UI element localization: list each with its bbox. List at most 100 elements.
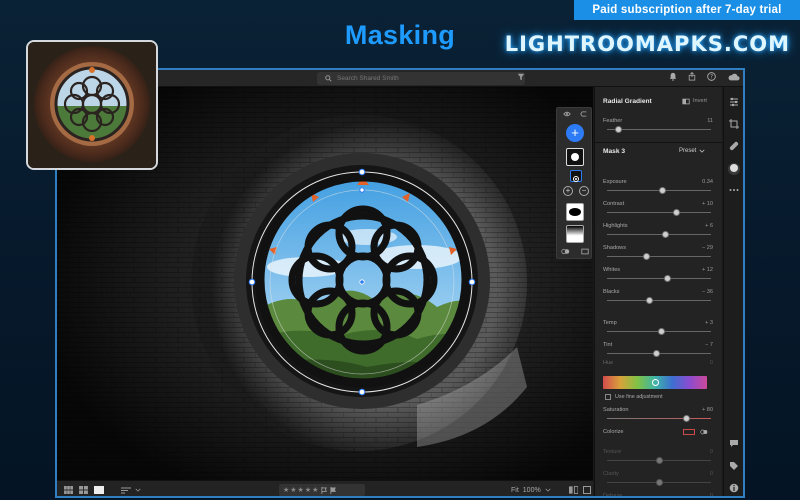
saturation-slider[interactable]: Saturation + 80 (603, 407, 715, 423)
info-icon[interactable] (728, 483, 740, 495)
feather-value: 11 (707, 118, 713, 124)
share-icon[interactable] (686, 71, 698, 84)
saturation-value: + 80 (701, 407, 713, 413)
single-view-icon[interactable] (94, 486, 104, 494)
search-placeholder: Search Shared Smith (337, 75, 399, 82)
tag-icon[interactable] (728, 461, 740, 473)
eye-icon[interactable] (563, 111, 571, 117)
zoom-control[interactable]: Fit 100% (511, 484, 551, 496)
bell-icon[interactable] (667, 72, 679, 84)
slider-thumb[interactable] (682, 415, 690, 422)
slider-label: Highlights (603, 223, 628, 229)
slider-value: − 7 (705, 342, 713, 348)
chevron-down-icon[interactable] (135, 488, 141, 492)
slider-thumb[interactable] (653, 350, 661, 357)
slider-track (607, 234, 711, 235)
radial-gradient-title: Radial Gradient (603, 98, 652, 105)
svg-text:?: ? (709, 75, 712, 81)
color-swatch[interactable] (683, 429, 695, 435)
slider-thumb[interactable] (663, 275, 671, 282)
flag-icon[interactable] (321, 486, 328, 494)
original-photo-thumbnail (26, 40, 158, 170)
reject-flag-icon[interactable] (330, 486, 337, 494)
slider-thumb[interactable] (658, 187, 666, 194)
whites-slider[interactable]: Whites + 12 (603, 267, 715, 283)
slider-thumb (655, 457, 663, 464)
hue-color-bar[interactable] (603, 376, 707, 389)
mask-thumbnail-3[interactable] (566, 225, 584, 243)
slider-thumb[interactable] (643, 253, 651, 260)
mask-component-button[interactable] (570, 170, 582, 182)
slider-value: 0 (709, 471, 713, 477)
site-watermark: LIGHTROOMAPKS.COM (504, 32, 790, 56)
thumbnail-image (28, 42, 156, 168)
invert-label[interactable]: Invert (693, 98, 707, 104)
filter-icon[interactable] (515, 72, 527, 84)
healing-icon[interactable] (728, 141, 740, 153)
slider-thumb[interactable] (614, 126, 622, 133)
slider-thumb[interactable] (661, 231, 669, 238)
exposure-slider[interactable]: Exposure 0.34 (603, 179, 715, 195)
blacks-slider[interactable]: Blacks − 36 (603, 289, 715, 305)
slider-value: + 12 (701, 267, 713, 273)
sliders-icon[interactable] (728, 97, 740, 109)
grid-icon[interactable] (64, 486, 73, 494)
slider-track (607, 129, 711, 130)
mask-visibility-row (563, 111, 587, 119)
cloud-icon[interactable] (727, 72, 741, 84)
overlay-toggle-icon[interactable] (561, 248, 570, 255)
trial-banner: Paid subscription after 7-day trial (574, 0, 800, 20)
colorize-eye-icon[interactable] (700, 429, 708, 435)
slider-track (607, 212, 711, 213)
fullscreen-icon[interactable] (583, 486, 591, 494)
preset-dropdown[interactable]: Preset (679, 148, 705, 154)
slider-value: 0.34 (702, 179, 713, 185)
comment-icon[interactable] (728, 439, 740, 451)
slider-label: Contrast (603, 201, 625, 207)
square-grid-icon[interactable] (79, 486, 88, 494)
subtract-component-button[interactable]: − (579, 186, 589, 196)
shadows-slider[interactable]: Shadows − 29 (603, 245, 715, 261)
chevron-down-icon (699, 149, 705, 153)
star-icon[interactable]: ★★★★★ (283, 486, 319, 494)
contrast-slider[interactable]: Contrast + 10 (603, 201, 715, 217)
mask-thumbnail-2[interactable] (566, 203, 584, 221)
hue-slider[interactable]: Hue 0 (603, 360, 715, 376)
slider-value: + 6 (705, 223, 713, 229)
slider-label: Shadows (603, 245, 627, 251)
slider-label: Texture (603, 449, 622, 455)
compare-icon[interactable] (569, 486, 578, 494)
mask-icon[interactable] (728, 163, 740, 175)
more-icon[interactable] (728, 183, 740, 195)
sort-icon[interactable] (121, 487, 131, 494)
fine-adjustment-checkbox[interactable]: Use fine adjustment (605, 394, 663, 400)
slider-thumb[interactable] (646, 297, 654, 304)
slider-thumb[interactable] (673, 209, 681, 216)
search-field[interactable]: Search Shared Smith (317, 72, 525, 85)
texture-slider: Texture 0 (603, 449, 715, 465)
zoom-value[interactable]: 100% (523, 487, 541, 494)
slider-label: Dehaze (603, 493, 623, 498)
temp-slider[interactable]: Temp + 3 (603, 320, 715, 336)
mask-adjust-panel: Radial Gradient Invert Feather 11 Mask 3… (594, 87, 722, 498)
feather-slider[interactable]: Feather 11 (603, 118, 715, 134)
slider-thumb[interactable] (657, 328, 665, 335)
mask-thumbnail-active[interactable] (566, 148, 584, 166)
crop-icon[interactable] (728, 119, 740, 131)
bottom-bar: ★★★★★ Fit 100% (57, 480, 593, 496)
hue-thumb[interactable] (651, 379, 659, 386)
add-component-button[interactable]: + (563, 186, 573, 196)
add-mask-button[interactable]: + (566, 124, 584, 142)
mask-settings-icon[interactable] (581, 248, 589, 255)
invert-icon[interactable] (682, 98, 690, 105)
help-icon[interactable]: ? (705, 72, 717, 84)
slider-value: + 10 (701, 201, 713, 207)
tint-slider[interactable]: Tint − 7 (603, 342, 715, 358)
zoom-fit-label[interactable]: Fit (511, 487, 519, 494)
highlights-slider[interactable]: Highlights + 6 (603, 223, 715, 239)
collapse-icon[interactable] (580, 111, 587, 117)
slider-value: − 29 (701, 245, 713, 251)
feather-label: Feather (603, 118, 623, 124)
checkbox[interactable] (605, 394, 611, 400)
preset-label: Preset (679, 148, 697, 154)
